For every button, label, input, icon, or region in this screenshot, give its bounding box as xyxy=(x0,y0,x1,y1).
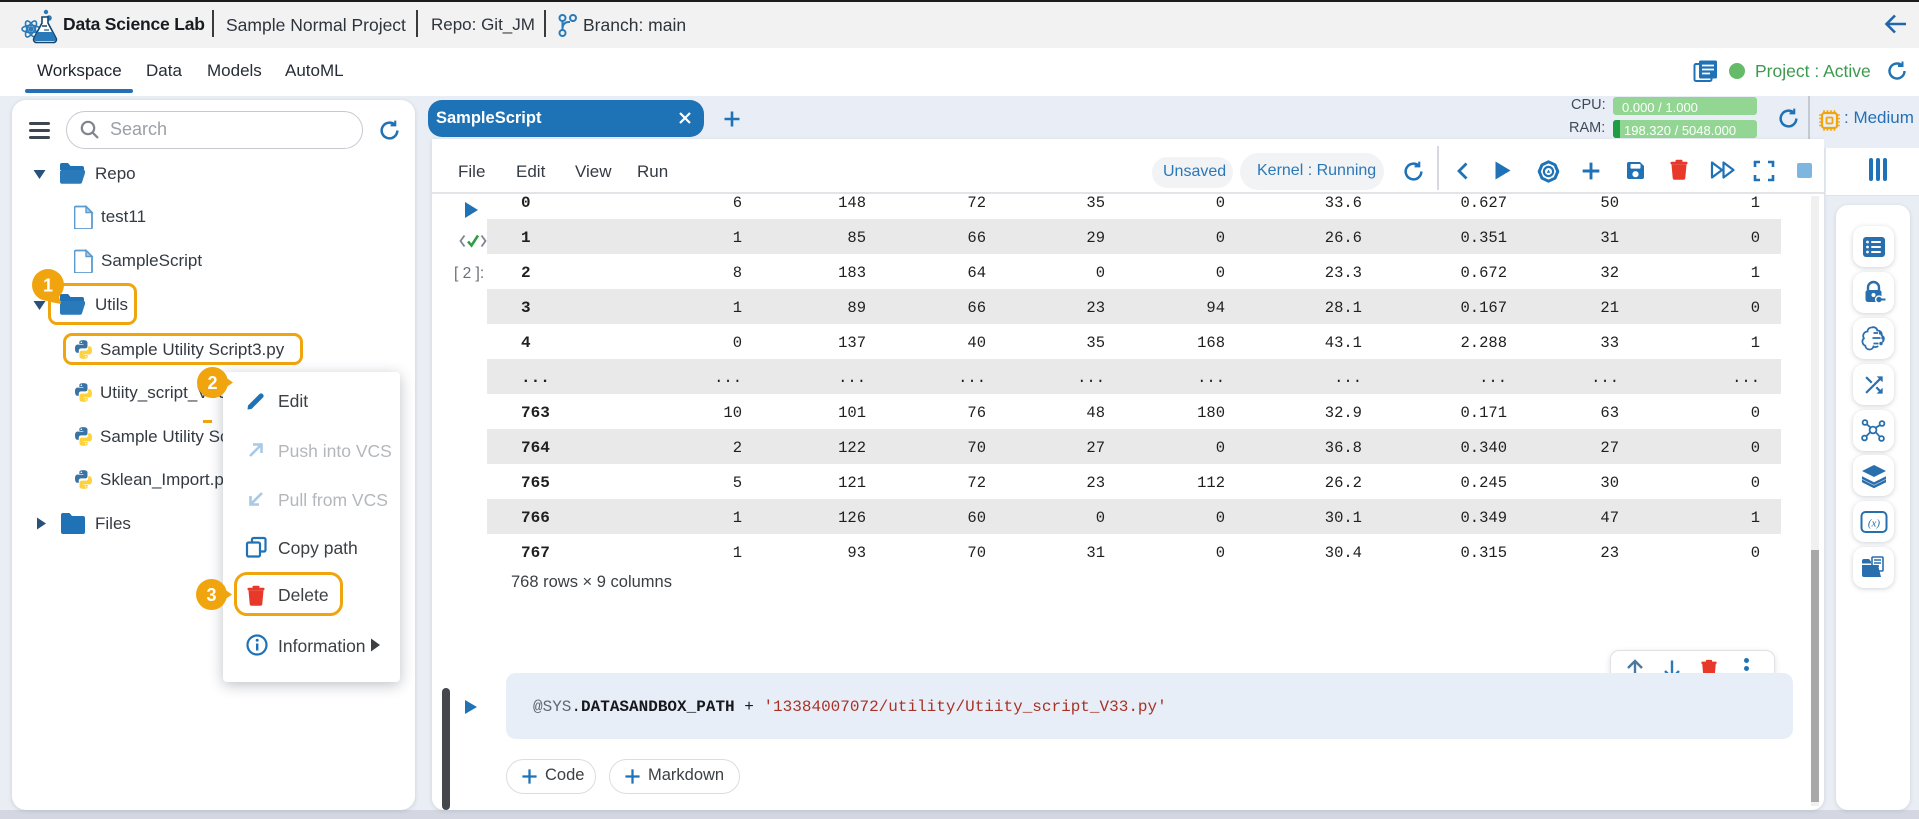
svg-text:1: 1 xyxy=(43,276,53,296)
svg-text:3: 3 xyxy=(206,585,216,605)
svg-text:(x): (x) xyxy=(1867,517,1880,529)
svg-text:2: 2 xyxy=(207,373,217,393)
